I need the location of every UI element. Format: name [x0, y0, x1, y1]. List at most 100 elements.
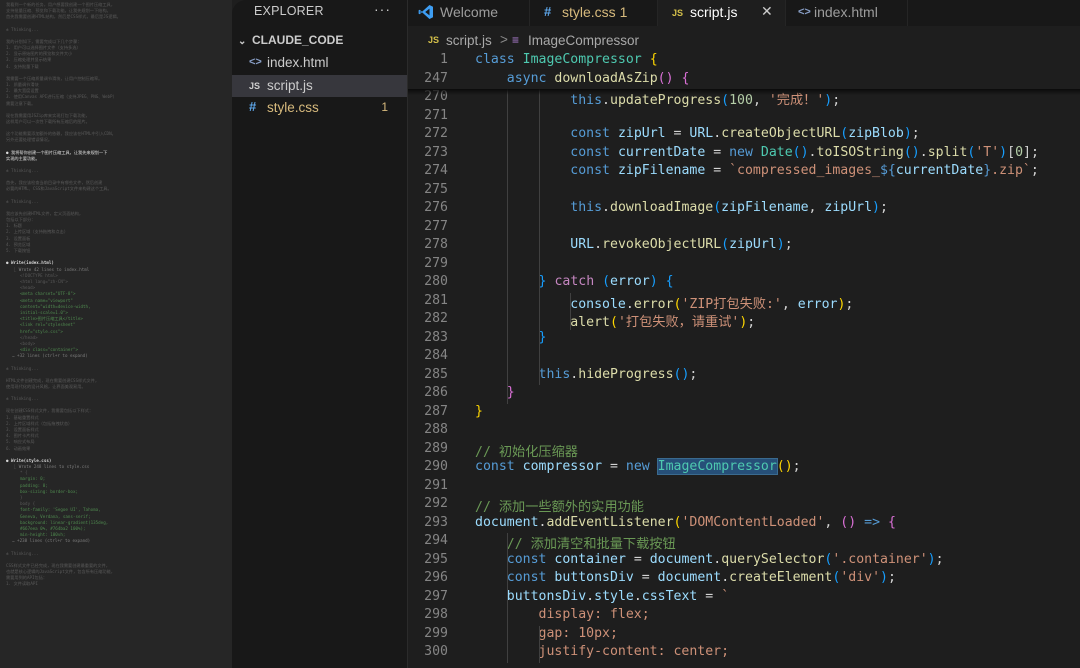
code-line[interactable]: 271: [408, 108, 1080, 127]
line-code: display: flex;: [475, 607, 650, 622]
code-line[interactable]: 272 const zipUrl = URL.createObjectURL(z…: [408, 126, 1080, 145]
code-line[interactable]: 274 const zipFilename = `compressed_imag…: [408, 163, 1080, 182]
code-line[interactable]: 296 const buttonsDiv = document.createEl…: [408, 570, 1080, 589]
code-line[interactable]: 282 alert('打包失败，请重试');: [408, 311, 1080, 330]
sticky-scroll-shadow: [408, 89, 1080, 95]
code-line[interactable]: 285 this.hideProgress();: [408, 367, 1080, 386]
line-number: 296: [424, 570, 448, 585]
code-line[interactable]: 299 gap: 10px;: [408, 626, 1080, 645]
line-number: 283: [424, 329, 448, 345]
file-name: script.js: [267, 78, 313, 93]
folder-claude-code[interactable]: ⌄ CLAUDE_CODE: [238, 33, 343, 47]
line-number: 292: [424, 496, 448, 511]
line-number: 285: [424, 366, 448, 382]
tab-label: style.css 1: [562, 4, 628, 20]
editor-tab-bar: Welcome # style.css 1 JS script.js ✕ <> …: [408, 0, 1080, 26]
line-number: 282: [424, 311, 448, 326]
indent-guide: [570, 292, 572, 330]
line-code: const zipUrl = URL.createObjectURL(zipBl…: [570, 126, 920, 141]
line-number: 273: [424, 144, 448, 160]
code-line[interactable]: 286 }: [408, 385, 1080, 404]
sticky-code-line[interactable]: 1 class ImageCompressor {: [408, 52, 1080, 71]
line-code: } catch (error) {: [538, 274, 674, 289]
line-number: 295: [424, 551, 448, 567]
line-code: console.error('ZIP打包失败:', error);: [570, 296, 854, 312]
code-line[interactable]: 283 }: [408, 330, 1080, 349]
line-number: 281: [424, 292, 448, 308]
file-item-style-css[interactable]: # style.css 1: [232, 97, 407, 119]
folder-label: CLAUDE_CODE: [252, 33, 344, 47]
chevron-down-icon: ⌄: [238, 36, 247, 47]
line-code: // 添加一些额外的实用功能: [475, 500, 644, 515]
line-code: alert('打包失败，请重试');: [570, 315, 756, 330]
code-line[interactable]: 294 // 添加清空和批量下载按钮: [408, 533, 1080, 552]
code-line[interactable]: 297 buttonsDiv.style.cssText = `: [408, 589, 1080, 608]
code-line[interactable]: 290 const compressor = new ImageCompresso…: [408, 458, 1080, 478]
explorer-title: EXPLORER: [254, 4, 324, 18]
line-number: 277: [424, 218, 448, 234]
css-file-icon: #: [249, 99, 257, 114]
code-line[interactable]: 284: [408, 348, 1080, 367]
line-number: 279: [424, 255, 448, 271]
line-code: gap: 10px;: [475, 625, 618, 641]
line-number: 298: [424, 607, 448, 622]
line-number: 291: [424, 477, 448, 493]
sticky-code-line[interactable]: 247 async downloadAsZip() {: [408, 70, 1080, 89]
breadcrumb-file[interactable]: script.js: [446, 33, 492, 48]
code-line[interactable]: 292 // 添加一些额外的实用功能: [408, 496, 1080, 515]
line-code: }: [506, 385, 515, 400]
file-name: index.html: [267, 55, 329, 70]
tab-welcome[interactable]: Welcome: [408, 0, 530, 26]
line-code: // 初始化压缩器: [475, 444, 578, 460]
class-symbol-icon: ≡: [512, 33, 520, 47]
code-line[interactable]: 289 // 初始化压缩器: [408, 441, 1080, 460]
explorer-sidebar: EXPLORER ··· ⌄ CLAUDE_CODE <> index.html …: [232, 0, 408, 668]
line-number: 272: [424, 126, 448, 141]
line-number: 276: [424, 200, 448, 215]
code-line[interactable]: 277: [408, 219, 1080, 238]
line-number: 278: [424, 237, 448, 252]
code-line[interactable]: 293 document.addEventListener('DOMContent…: [408, 515, 1080, 534]
html-file-icon: <>: [249, 56, 262, 68]
log-line: 1. 文件读取API: [6, 581, 38, 587]
tab-script-js[interactable]: JS script.js ✕: [658, 0, 786, 26]
line-code: buttonsDiv.style.cssText = `: [506, 588, 730, 604]
code-line[interactable]: 281 console.error('ZIP打包失败:', error);: [408, 293, 1080, 312]
code-line[interactable]: 300 justify-content: center;: [408, 644, 1080, 663]
code-line[interactable]: 298 display: flex;: [408, 607, 1080, 626]
code-line[interactable]: 295 const container = document.querySele…: [408, 552, 1080, 571]
file-item-script-js[interactable]: JS script.js: [232, 75, 407, 97]
line-number: 280: [424, 274, 448, 289]
line-number: 1: [440, 52, 448, 67]
code-line[interactable]: 287}: [408, 404, 1080, 423]
close-icon[interactable]: ✕: [761, 3, 773, 20]
breadcrumb-symbol[interactable]: ImageCompressor: [528, 33, 639, 48]
js-file-icon: JS: [672, 8, 684, 18]
code-line[interactable]: 273 const currentDate = new Date().toISO…: [408, 145, 1080, 164]
line-code: }: [475, 403, 483, 419]
html-file-icon: <>: [798, 6, 811, 18]
code-editor[interactable]: 1 class ImageCompressor {247 async downlo…: [408, 52, 1080, 668]
indent-guide: [538, 625, 540, 663]
code-line[interactable]: 291: [408, 478, 1080, 497]
tab-index-html[interactable]: <> index.html: [786, 0, 908, 26]
tab-style-css[interactable]: # style.css 1: [530, 0, 658, 26]
code-line[interactable]: 278 URL.revokeObjectURL(zipUrl);: [408, 237, 1080, 256]
line-number: 290: [424, 459, 448, 474]
code-line[interactable]: 275: [408, 182, 1080, 201]
more-actions-icon[interactable]: ···: [374, 1, 391, 17]
line-number: 297: [424, 588, 448, 604]
indent-guide: [506, 89, 508, 404]
code-line[interactable]: 280 } catch (error) {: [408, 274, 1080, 293]
file-item-index-html[interactable]: <> index.html: [232, 52, 407, 74]
line-number: 275: [424, 181, 448, 197]
line-number: 247: [424, 70, 448, 86]
tab-label: index.html: [814, 4, 878, 20]
code-line[interactable]: 276 this.downloadImage(zipFilename, zipU…: [408, 200, 1080, 219]
line-number: 289: [424, 440, 448, 456]
problem-count-badge: 1: [381, 100, 388, 114]
js-file-icon: JS: [428, 35, 440, 45]
tab-label: script.js: [690, 4, 738, 20]
code-line[interactable]: 279: [408, 256, 1080, 275]
code-line[interactable]: 288: [408, 422, 1080, 441]
